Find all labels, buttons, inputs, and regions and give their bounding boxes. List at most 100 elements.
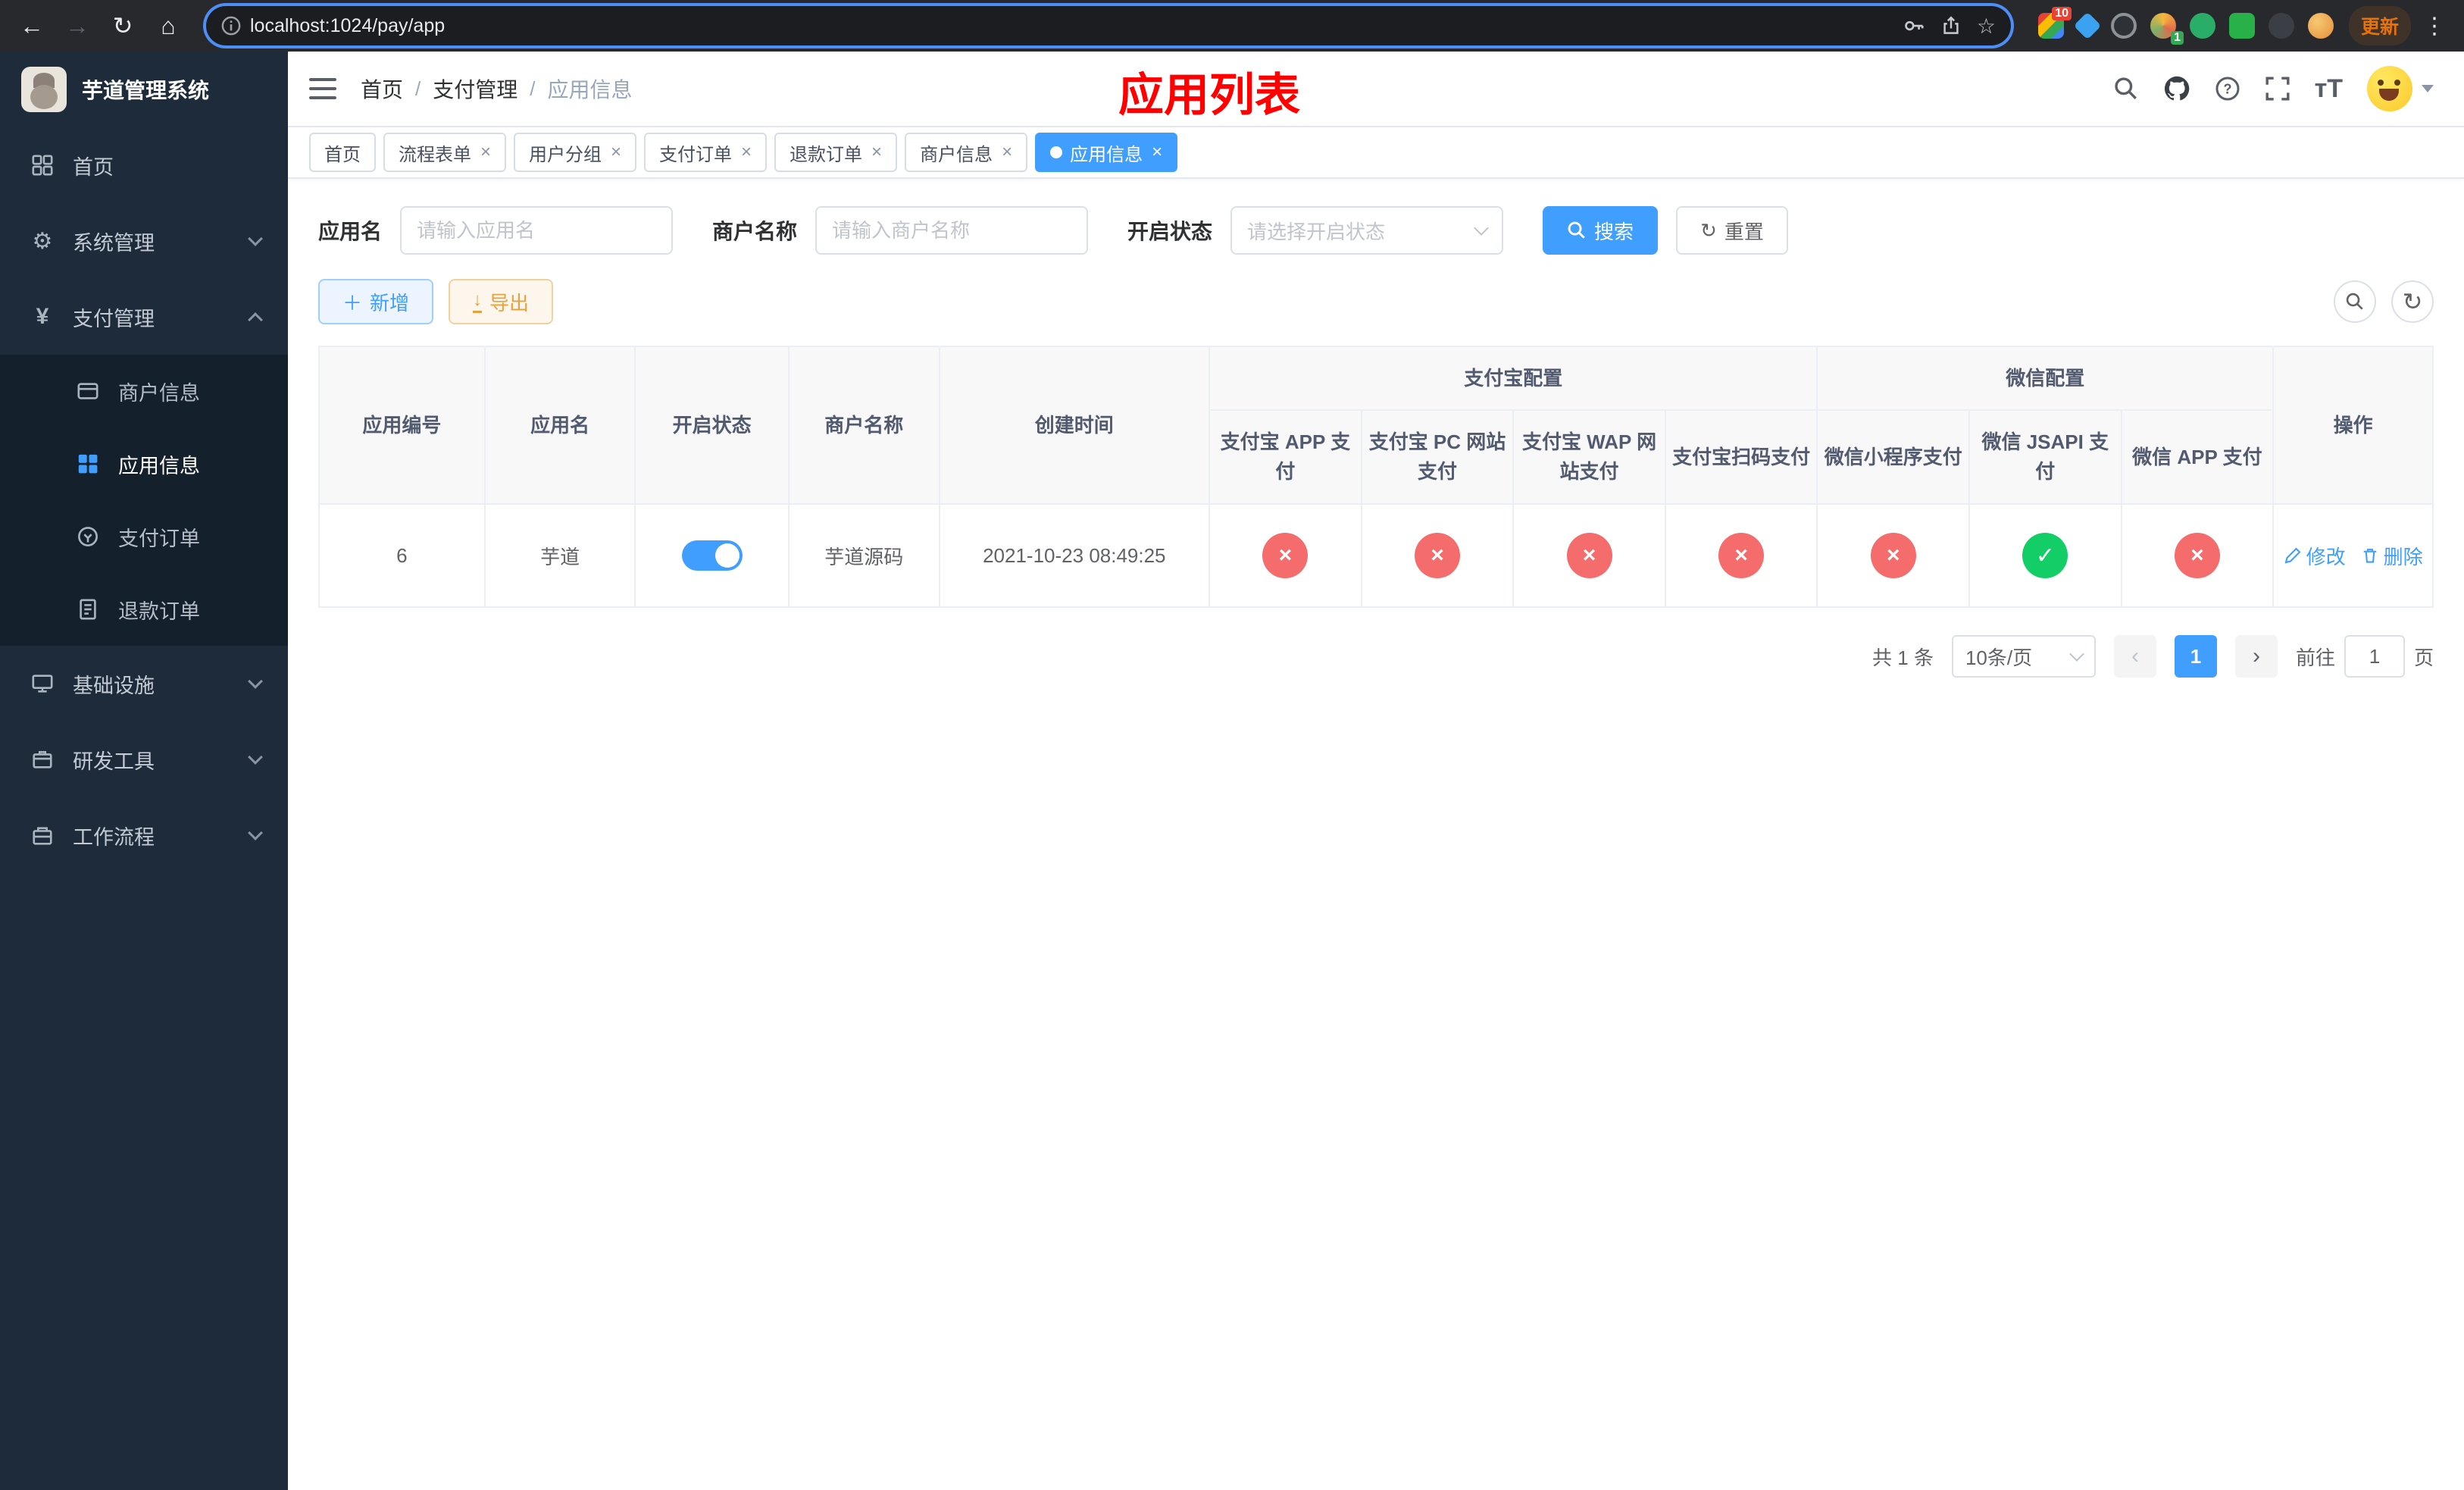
sidebar-item-infrastructure[interactable]: 基础设施	[0, 646, 288, 722]
col-group-wechat: 微信配置	[1816, 346, 2275, 411]
page-suffix: 页	[2413, 646, 2434, 669]
password-key-icon[interactable]	[1903, 14, 1925, 37]
sidebar-item-refund-order[interactable]: 退款订单	[0, 573, 288, 646]
close-icon[interactable]: ×	[611, 142, 621, 163]
tab-user-group[interactable]: 用户分组 ×	[514, 133, 637, 172]
gear-icon: ⚙	[32, 228, 53, 254]
logo-title: 芋道管理系统	[82, 79, 210, 102]
tab-pay-order[interactable]: 支付订单 ×	[644, 133, 768, 172]
app-name-input[interactable]	[400, 206, 674, 255]
extension-icon-grid[interactable]: 10	[2037, 7, 2072, 39]
yen-icon: ¥	[36, 304, 49, 329]
site-info-icon[interactable]	[221, 16, 241, 36]
user-avatar[interactable]	[2367, 66, 2434, 111]
show-search-toggle-icon[interactable]	[2334, 280, 2376, 323]
sidebar-item-devtools[interactable]: 研发工具	[0, 722, 288, 797]
back-icon[interactable]: ←	[12, 6, 52, 45]
search-icon[interactable]	[2113, 76, 2139, 102]
chevron-down-icon	[248, 750, 263, 765]
navbar-actions: ? тT	[2113, 66, 2434, 111]
goto-label: 前往	[2295, 646, 2335, 669]
page-size-select[interactable]: 10条/页	[1951, 635, 2096, 678]
extension-icon-green-circle[interactable]	[2189, 13, 2215, 39]
fullscreen-icon[interactable]	[2265, 76, 2290, 102]
tab-merchant-info[interactable]: 商户信息 ×	[905, 133, 1028, 172]
sidebar-logo[interactable]: 芋道管理系统	[0, 52, 288, 127]
export-button[interactable]: ↓ 导出	[449, 279, 554, 324]
breadcrumb-payment[interactable]: 支付管理	[433, 74, 518, 104]
order-icon	[76, 524, 100, 549]
tab-refund-order[interactable]: 退款订单 ×	[774, 133, 898, 172]
extension-icon-chat[interactable]	[2228, 13, 2255, 39]
share-icon[interactable]	[1940, 15, 1962, 36]
document-icon	[76, 597, 100, 621]
url-text[interactable]: localhost:1024/pay/app	[250, 15, 1890, 37]
tags-view: 首页 流程表单 × 用户分组 × 支付订单 × 退款订单 × 商户信息 × 应用信息 ×	[288, 127, 2464, 179]
forward-icon[interactable]: →	[58, 6, 97, 45]
goto-page-input[interactable]	[2344, 635, 2405, 678]
profile-badge: 1	[2171, 31, 2184, 45]
close-icon[interactable]: ×	[741, 142, 752, 163]
add-button[interactable]: ＋ 新增	[318, 279, 434, 324]
search-button[interactable]: 搜索	[1543, 206, 1659, 255]
sidebar-item-system[interactable]: ⚙ 系统管理	[0, 203, 288, 279]
delete-link[interactable]: 删除	[2361, 542, 2423, 570]
sidebar-item-pay-order[interactable]: 支付订单	[0, 500, 288, 573]
help-icon[interactable]: ?	[2215, 76, 2240, 102]
chevron-down-icon	[248, 825, 263, 840]
github-icon[interactable]	[2163, 75, 2190, 102]
col-header-alipay-wap: 支付宝 WAP 网站支付	[1512, 409, 1666, 505]
cell-status	[634, 503, 790, 608]
close-icon[interactable]: ×	[1002, 142, 1012, 163]
sidebar-collapse-icon[interactable]	[309, 78, 336, 99]
reload-icon[interactable]: ↻	[103, 6, 142, 45]
alipay-pc-status-icon: ×	[1414, 533, 1460, 578]
close-icon[interactable]: ×	[1152, 142, 1162, 163]
status-toggle[interactable]	[681, 540, 743, 571]
logo-avatar	[21, 67, 67, 112]
card-icon	[76, 379, 100, 403]
col-header-status: 开启状态	[634, 346, 790, 505]
col-header-merchant: 商户名称	[787, 346, 940, 505]
active-dot	[1050, 146, 1063, 158]
profile-extension-icon[interactable]: 1	[2150, 13, 2184, 45]
col-header-alipay-pc: 支付宝 PC 网站支付	[1360, 409, 1515, 505]
refresh-icon: ↻	[1700, 218, 1717, 242]
sidebar-item-home[interactable]: 首页	[0, 127, 288, 203]
bookmark-star-icon[interactable]: ☆	[1977, 14, 1996, 39]
page-number-1[interactable]: 1	[2174, 635, 2217, 678]
tab-process-form[interactable]: 流程表单 ×	[383, 133, 507, 172]
sidebar-item-merchant-info[interactable]: 商户信息	[0, 355, 288, 427]
sidebar-item-payment[interactable]: ¥ 支付管理	[0, 279, 288, 355]
extension-icon-diamond[interactable]	[2073, 11, 2102, 40]
avatar-emoji-icon	[2367, 66, 2412, 111]
browser-menu-icon[interactable]: ⋮	[2417, 13, 2452, 39]
extension-icon-face[interactable]	[2307, 13, 2334, 39]
home-icon[interactable]: ⌂	[149, 6, 188, 45]
edit-link[interactable]: 修改	[2284, 542, 2346, 570]
dashboard-icon	[30, 153, 55, 177]
extension-icon-dark-circle[interactable]	[2110, 13, 2137, 39]
breadcrumb-home[interactable]: 首页	[361, 74, 403, 104]
close-icon[interactable]: ×	[871, 142, 882, 163]
next-page-button[interactable]: ›	[2234, 635, 2278, 678]
extension-icon-pin[interactable]	[2268, 13, 2294, 39]
font-size-icon[interactable]: тT	[2315, 74, 2343, 104]
col-header-created: 创建时间	[938, 346, 1211, 505]
reset-button[interactable]: ↻ 重置	[1676, 206, 1788, 255]
status-label: 开启状态	[1127, 220, 1213, 243]
tab-home[interactable]: 首页	[309, 133, 376, 172]
download-icon: ↓	[473, 290, 483, 313]
sidebar-item-app-info[interactable]: 应用信息	[0, 427, 288, 500]
refresh-table-icon[interactable]: ↻	[2391, 280, 2434, 323]
extension-cluster: 10 1	[2037, 7, 2334, 45]
status-select[interactable]: 请选择开启状态	[1230, 206, 1504, 255]
browser-update-button[interactable]: 更新	[2348, 6, 2411, 45]
tab-app-info[interactable]: 应用信息 ×	[1035, 133, 1178, 172]
close-icon[interactable]: ×	[480, 142, 491, 163]
sidebar-item-workflow[interactable]: 工作流程	[0, 797, 288, 873]
merchant-name-input[interactable]	[815, 206, 1089, 255]
prev-page-button[interactable]: ‹	[2113, 635, 2156, 678]
content-area: 应用名 商户名称 开启状态 请选择开启状态	[288, 179, 2464, 1490]
address-bar[interactable]: localhost:1024/pay/app ☆	[206, 6, 2011, 45]
